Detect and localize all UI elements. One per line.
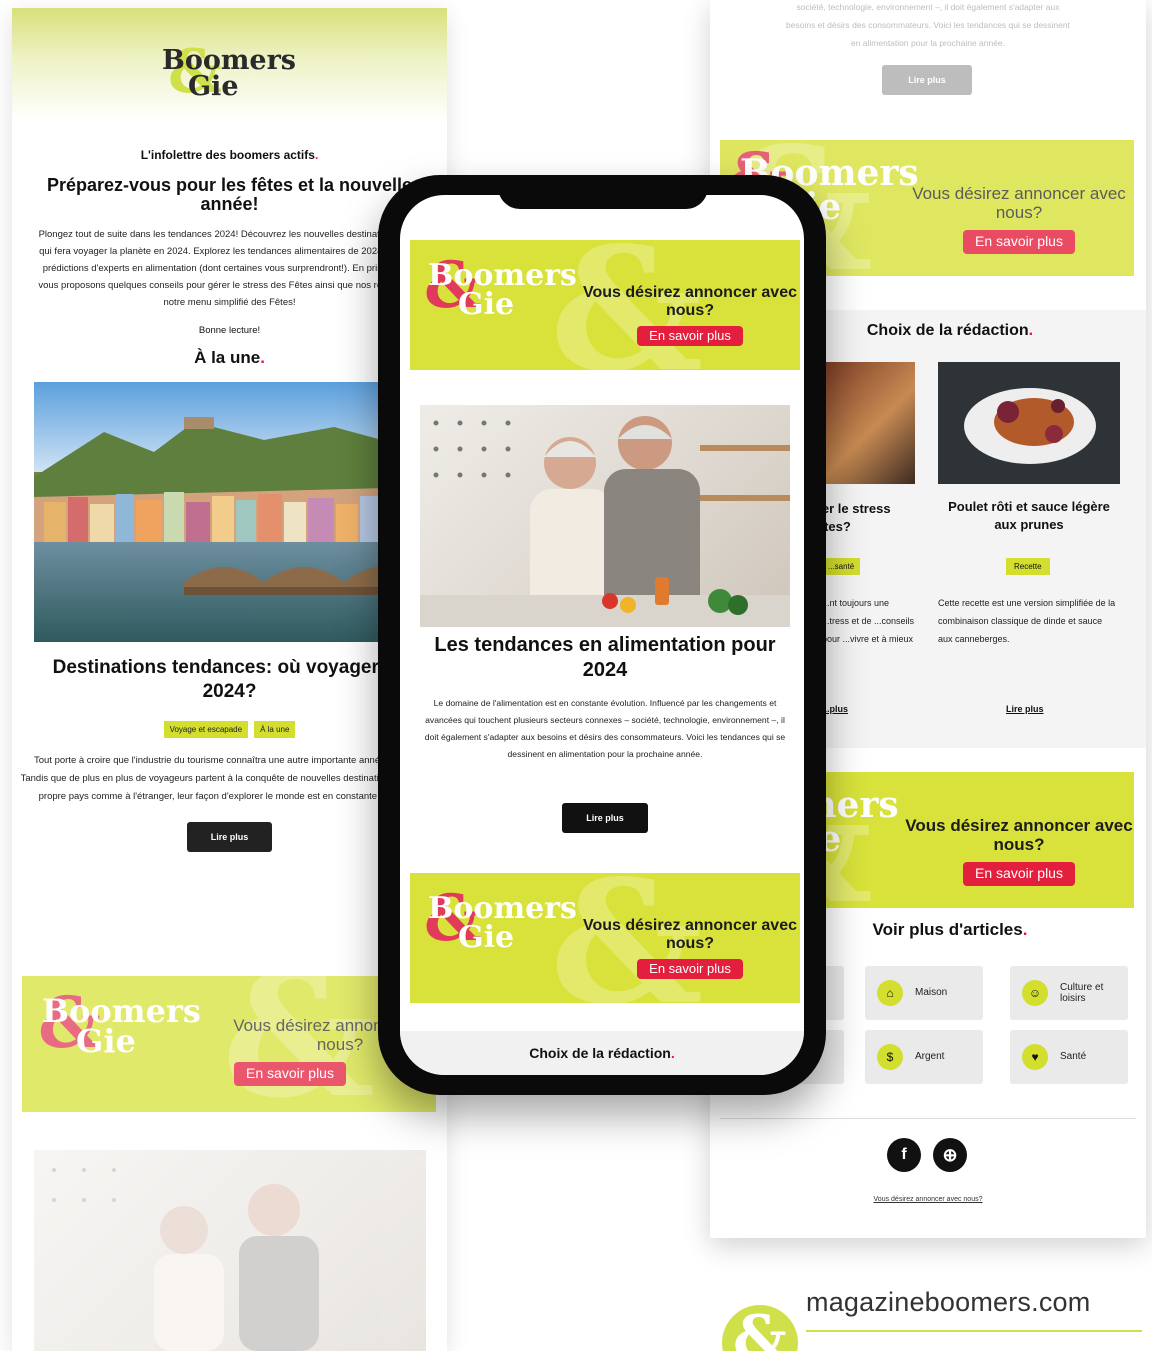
category-argent-label: Argent	[915, 1051, 945, 1063]
ad-learn-more-button[interactable]: En savoir plus	[637, 958, 743, 980]
newsletter-headline: Préparez-vous pour les fêtes et la nouve…	[46, 175, 413, 214]
ad-learn-more-button[interactable]: En savoir plus	[234, 1062, 346, 1086]
card-stress-photo[interactable]	[820, 362, 915, 484]
category-culture-loisirs[interactable]: ☺ Culture et loisirs	[1010, 966, 1128, 1020]
ad-logo-word-2: Gie	[458, 286, 515, 322]
logo-word-2: Gie	[188, 70, 239, 102]
card-poulet-link[interactable]: Lire plus	[1006, 704, 1044, 714]
tag-voyage[interactable]: Voyage et escapade	[163, 721, 249, 739]
kitchen-photo-faded	[34, 1150, 426, 1351]
ad-logo: & Boomers Gie	[38, 988, 201, 1061]
card-poulet-photo[interactable]	[938, 362, 1120, 484]
card-stress-text: ...nt toujours une ...tress et de ...con…	[822, 598, 915, 644]
phone-ad-logo: & Boomers Gie	[424, 254, 577, 322]
phone-ad-text: Vous désirez annoncer avec nous? En savo…	[580, 917, 800, 980]
category-maison[interactable]: ⌂ Maison	[865, 966, 983, 1020]
ad-learn-more-button[interactable]: En savoir plus	[963, 862, 1075, 886]
category-sante[interactable]: ♥ Santé	[1010, 1030, 1128, 1084]
phone-ad-banner-top[interactable]: & & Boomers Gie Vous désirez annoncer av…	[410, 240, 800, 370]
ad-title: Vous désirez annoncer avec nous?	[912, 184, 1126, 223]
card-poulet-title[interactable]: Poulet rôti et sauce légère aux prunes	[938, 498, 1120, 534]
ad-text-right-2: Vous désirez annoncer avec nous? En savo…	[904, 816, 1134, 886]
home-icon: ⌂	[877, 980, 903, 1006]
phone-notch	[498, 175, 708, 209]
ad-title: Vous désirez annoncer avec nous?	[582, 917, 797, 952]
ad-banner-left[interactable]: & & Boomers Gie Vous désirez annoncer av…	[22, 976, 436, 1112]
phone-kitchen-photo[interactable]	[420, 405, 790, 627]
choix-title-dot: .	[1028, 322, 1034, 339]
faded-line-3: en alimentation pour la prochaine année.	[850, 38, 1006, 48]
theater-masks-icon: ☺	[1022, 980, 1048, 1006]
phone-ad-logo: & Boomers Gie	[424, 887, 577, 955]
tagline-text: L'infolettre des boomers actifs	[140, 148, 315, 162]
logo-word-1: Boomers	[162, 45, 297, 76]
site-url[interactable]: magazineboomers.com	[806, 1287, 1090, 1318]
faded-read-more-button[interactable]: Lire plus	[882, 65, 972, 95]
destination-photo[interactable]	[34, 381, 426, 642]
category-argent[interactable]: $ Argent	[865, 1030, 983, 1084]
phone-read-more-button[interactable]: Lire plus	[562, 803, 648, 833]
phone-ad-banner-bottom[interactable]: & & Boomers Gie Vous désirez annoncer av…	[410, 873, 800, 1003]
newsletter-tagline: L'infolettre des boomers actifs.	[12, 148, 447, 162]
faded-line-1: société, technologie, environnement –, i…	[796, 2, 1060, 12]
ad-title: Vous désirez annoncer avec nous?	[905, 816, 1133, 855]
phone-choix-section: Choix de la rédaction.	[400, 1031, 804, 1075]
more-articles-title: Voir plus d'articles.	[800, 920, 1100, 940]
facebook-icon[interactable]: f	[887, 1138, 921, 1172]
kitchen-couple-illustration	[420, 416, 790, 627]
card-poulet-text: Cette recette est une version simplifiée…	[938, 598, 1116, 644]
boomers-logo[interactable]: & Boomers Gie	[162, 42, 297, 102]
phone-screen: & & Boomers Gie Vous désirez annoncer av…	[400, 195, 804, 1075]
ad-learn-more-button[interactable]: En savoir plus	[637, 325, 743, 347]
tagline-dot: .	[314, 148, 319, 162]
choix-title-text: Choix de la rédaction	[866, 322, 1029, 339]
card-stress-tag[interactable]: ...santé	[822, 558, 861, 575]
phone-choix-title: Choix de la rédaction.	[400, 1045, 804, 1061]
heart-pulse-icon: ♥	[1022, 1044, 1048, 1070]
more-articles-text: Voir plus d'articles	[872, 920, 1023, 939]
more-articles-dot: .	[1022, 920, 1028, 939]
card-poulet-tag[interactable]: Recette	[1006, 558, 1050, 575]
ad-learn-more-button[interactable]: En savoir plus	[963, 230, 1075, 254]
ad-text-right-1: Vous désirez annoncer avec nous? En savo…	[904, 184, 1134, 254]
village-illustration	[34, 381, 426, 642]
category-culture-label: Culture et loisirs	[1060, 981, 1104, 1005]
choix-title: Choix de la rédaction.	[800, 322, 1100, 340]
footer-divider	[720, 1118, 1136, 1119]
ad-title: Vous désirez annoncer avec nous?	[582, 284, 797, 319]
tag-a-la-une[interactable]: À la une	[254, 721, 296, 739]
ad-logo-word-2: Gie	[76, 1022, 136, 1061]
phone-choix-text: Choix de la rédaction	[529, 1045, 671, 1061]
phone-ad-text: Vous désirez annoncer avec nous? En savo…	[580, 284, 800, 347]
section-title-text: À la une	[194, 347, 261, 367]
roast-chicken-illustration	[964, 388, 1096, 464]
site-logo-ampersand: &	[722, 1305, 798, 1351]
faded-article-text: société, technologie, environnement –, i…	[710, 0, 1146, 52]
faded-line-2: besoins et désirs des consommateurs. Voi…	[786, 20, 1070, 30]
phone-article-excerpt: Le domaine de l'alimentation est en cons…	[424, 698, 786, 759]
globe-icon[interactable]: ⊕	[933, 1138, 967, 1172]
header-band: & Boomers Gie	[12, 8, 447, 120]
phone-choix-dot: .	[670, 1045, 675, 1061]
phone-article-title[interactable]: Les tendances en alimentation pour 2024	[430, 633, 780, 683]
footer-advertise-link[interactable]: Vous désirez annoncer avec nous?	[828, 1196, 1028, 1203]
read-more-button[interactable]: Lire plus	[186, 822, 273, 853]
section-title-dot: .	[260, 347, 265, 367]
site-url-underline	[806, 1330, 1142, 1332]
kitchen-couple-illustration	[52, 1168, 319, 1351]
smartphone-mockup: & & Boomers Gie Vous désirez annoncer av…	[378, 175, 826, 1095]
money-icon: $	[877, 1044, 903, 1070]
category-sante-label: Santé	[1060, 1051, 1087, 1063]
ad-logo-word-2: Gie	[458, 919, 515, 955]
category-maison-label: Maison	[915, 987, 948, 999]
